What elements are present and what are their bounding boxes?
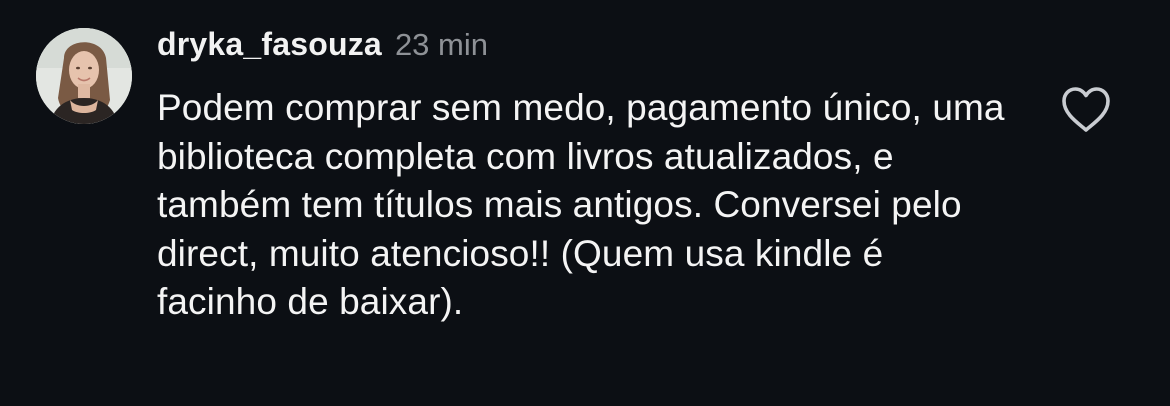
comment-timestamp: 23 min [394, 27, 488, 62]
username-link[interactable]: dryka_fasouza [157, 26, 382, 63]
comment-header: dryka_fasouza 23 min [157, 26, 488, 72]
heart-outline-icon [1062, 87, 1110, 132]
avatar-photo [36, 28, 132, 124]
comment-text: Podem comprar sem medo, pagamento único,… [157, 87, 1005, 322]
like-button[interactable] [1060, 86, 1112, 134]
comment-item: dryka_fasouza 23 min Podem comprar sem m… [0, 0, 1170, 406]
avatar[interactable] [36, 28, 132, 124]
